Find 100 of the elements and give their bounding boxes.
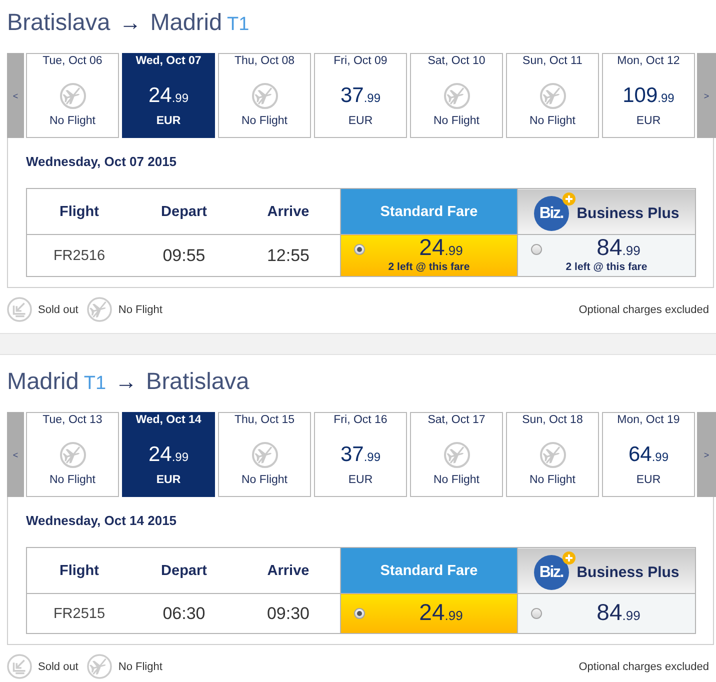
currency-label: EUR — [156, 114, 181, 128]
day-label: Wed, Oct 07 — [136, 54, 202, 69]
city-name: Madrid — [7, 367, 79, 396]
day-label: Sun, Oct 18 — [522, 413, 583, 428]
currency-label: EUR — [636, 114, 661, 128]
date-card[interactable]: Wed, Oct 14 24.99 EUR — [122, 412, 215, 497]
crossed-plane-icon — [540, 83, 566, 109]
fare-price: 64.99 — [628, 443, 669, 468]
no-flight-label: No Flight — [529, 114, 576, 128]
no-flight-label: No Flight — [49, 114, 96, 128]
day-label: Fri, Oct 16 — [334, 413, 388, 428]
legend-label: Sold out — [38, 304, 78, 316]
availability-note: 2 left @ this fare — [388, 261, 470, 273]
day-label: Fri, Oct 09 — [334, 54, 388, 69]
next-dates-button[interactable]: > — [697, 53, 716, 138]
date-card[interactable]: Thu, Oct 15 No Flight — [218, 412, 311, 497]
date-card[interactable]: Sat, Oct 10 No Flight — [410, 53, 503, 138]
departure-time: 09:55 — [132, 234, 236, 276]
charges-note: Optional charges excluded — [578, 304, 709, 316]
legend-label: Sold out — [38, 660, 78, 672]
date-card[interactable]: Sat, Oct 17 No Flight — [410, 412, 503, 497]
column-header: Flight — [26, 548, 132, 594]
fare-cell[interactable]: 84.99 — [518, 594, 696, 634]
city-name: Bratislava — [7, 8, 110, 37]
crossed-plane-icon — [60, 442, 86, 468]
day-label: Sat, Oct 10 — [428, 54, 486, 69]
city-name: Madrid — [150, 8, 222, 37]
date-card[interactable]: Wed, Oct 07 24.99 EUR — [122, 53, 215, 138]
crossed-plane-icon — [87, 297, 112, 322]
no-flight-label: No Flight — [529, 473, 576, 487]
day-label: Thu, Oct 08 — [234, 54, 295, 69]
date-card[interactable]: Sun, Oct 18 No Flight — [506, 412, 599, 497]
date-card[interactable]: Mon, Oct 19 64.99 EUR — [602, 412, 695, 497]
fare-column-header: Standard Fare — [340, 188, 518, 234]
fare-radio[interactable] — [531, 244, 542, 254]
day-label: Sat, Oct 17 — [428, 413, 486, 428]
fare-price: 24.99 — [148, 443, 189, 468]
date-heading: Wednesday, Oct 14 2015 — [26, 513, 178, 529]
day-label: Mon, Oct 12 — [617, 54, 680, 69]
legend-label: No Flight — [118, 304, 162, 316]
currency-label: EUR — [156, 473, 181, 487]
arrival-time: 09:30 — [236, 594, 340, 634]
terminal-label: T1 — [227, 13, 250, 37]
departure-time: 06:30 — [132, 594, 236, 634]
fare-price: 84.99 — [596, 598, 640, 624]
date-card[interactable]: Fri, Oct 16 37.99 EUR — [314, 412, 407, 497]
route-arrow: → — [115, 368, 138, 396]
no-flight-label: No Flight — [433, 473, 480, 487]
previous-dates-button[interactable]: < — [7, 412, 24, 497]
no-flight-label: No Flight — [433, 114, 480, 128]
crossed-plane-icon — [252, 83, 278, 109]
no-flight-label: No Flight — [241, 114, 288, 128]
no-flight-label: No Flight — [241, 473, 288, 487]
column-header: Depart — [132, 188, 236, 234]
charges-note: Optional charges excluded — [578, 660, 709, 672]
next-dates-button[interactable]: > — [697, 412, 716, 497]
date-card[interactable]: Tue, Oct 06 No Flight — [26, 53, 119, 138]
legend-label: No Flight — [118, 660, 162, 672]
fare-cell[interactable]: 84.99 2 left @ this fare — [518, 234, 696, 276]
arrival-time: 12:55 — [236, 234, 340, 276]
flight-number: FR2515 — [26, 594, 132, 634]
day-label: Wed, Oct 14 — [136, 413, 202, 428]
fare-radio[interactable] — [531, 608, 542, 619]
fare-price: 109.99 — [622, 84, 674, 109]
fare-cell[interactable]: 24.99 2 left @ this fare — [340, 234, 518, 276]
fare-price: 84.99 — [596, 234, 640, 260]
crossed-plane-icon — [540, 442, 566, 468]
day-label: Tue, Oct 13 — [42, 413, 102, 428]
crossed-plane-icon — [252, 442, 278, 468]
crossed-plane-icon — [87, 654, 112, 679]
date-card[interactable]: Fri, Oct 09 37.99 EUR — [314, 53, 407, 138]
crossed-plane-icon — [444, 83, 470, 109]
availability-note: 2 left @ this fare — [566, 261, 648, 273]
date-card[interactable]: Tue, Oct 13 No Flight — [26, 412, 119, 497]
previous-dates-button[interactable]: < — [7, 53, 24, 138]
biz-logo: Biz. — [534, 554, 569, 590]
fare-price: 24.99 — [419, 234, 463, 260]
day-label: Thu, Oct 15 — [234, 413, 295, 428]
biz-logo: Biz. — [534, 196, 569, 230]
flight-number: FR2516 — [26, 234, 132, 276]
terminal-label: T1 — [84, 372, 106, 396]
day-label: Tue, Oct 06 — [42, 54, 102, 69]
date-heading: Wednesday, Oct 07 2015 — [26, 154, 178, 170]
date-card[interactable]: Sun, Oct 11 No Flight — [506, 53, 599, 138]
date-card[interactable]: Thu, Oct 08 No Flight — [218, 53, 311, 138]
route-arrow: → — [119, 9, 142, 37]
no-flight-label: No Flight — [49, 473, 96, 487]
fare-radio[interactable] — [354, 244, 365, 254]
fare-price: 37.99 — [340, 443, 381, 468]
fare-price: 37.99 — [340, 84, 381, 109]
column-header: Flight — [26, 188, 132, 234]
day-label: Sun, Oct 11 — [522, 54, 582, 69]
fare-column-label: Business Plus — [576, 204, 680, 222]
fare-cell[interactable]: 24.99 — [340, 594, 518, 634]
currency-label: EUR — [348, 114, 373, 128]
fare-column-label: Business Plus — [576, 564, 680, 580]
fare-radio[interactable] — [354, 608, 365, 619]
date-card[interactable]: Mon, Oct 12 109.99 EUR — [602, 53, 695, 138]
column-header: Depart — [132, 548, 236, 594]
currency-label: EUR — [348, 473, 373, 487]
